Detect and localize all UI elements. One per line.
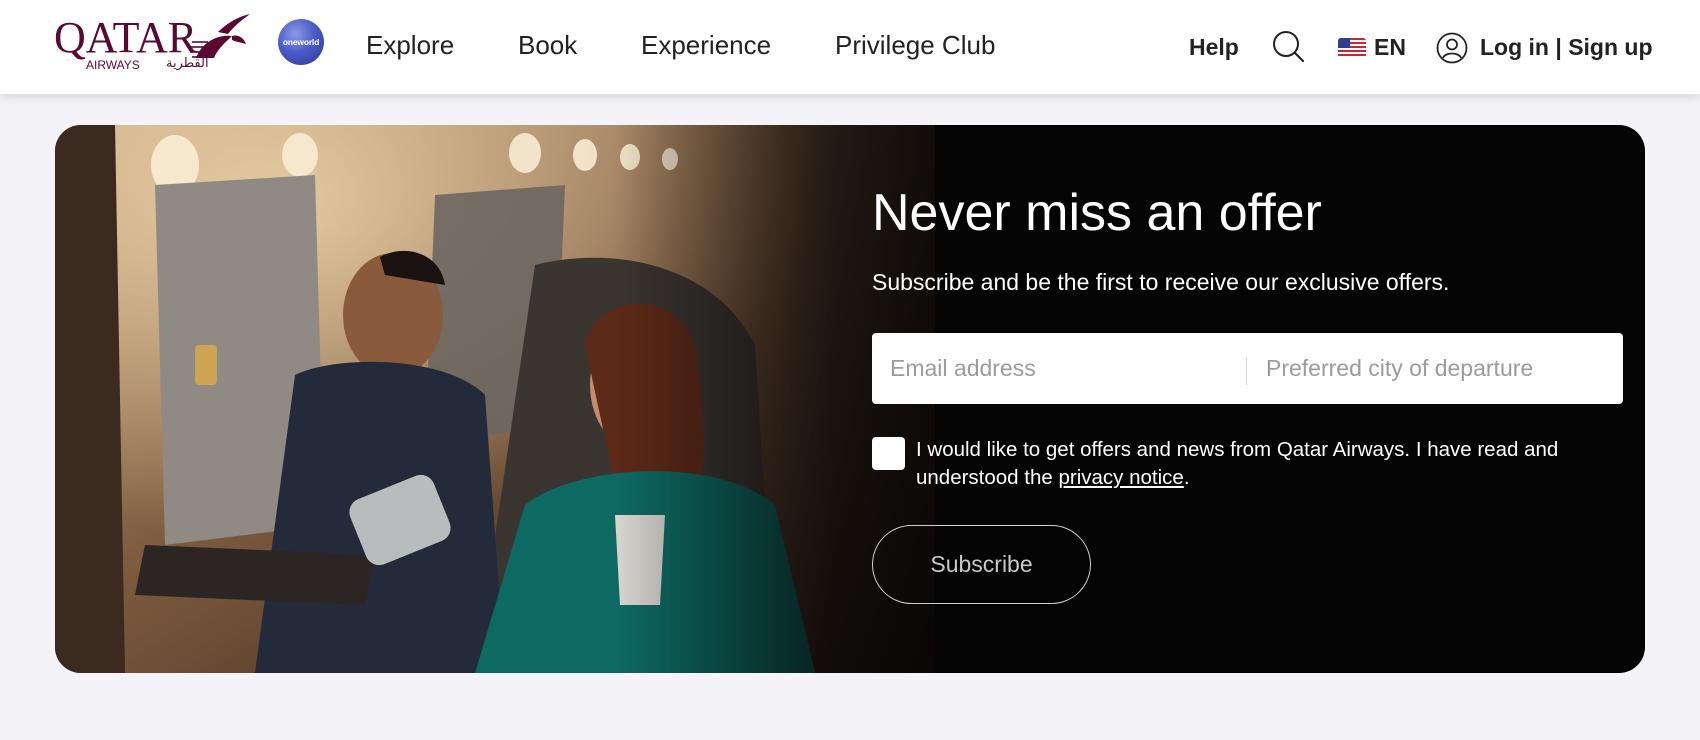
subscribe-button[interactable]: Subscribe — [872, 525, 1091, 604]
oneworld-logo[interactable]: oneworld — [278, 19, 324, 65]
newsletter-banner: Never miss an offer Subscribe and be the… — [55, 125, 1645, 673]
site-header: QATAR AIRWAYS القطرية oneworld Explore B… — [0, 0, 1700, 94]
consent-text: I would like to get offers and news from… — [916, 436, 1616, 492]
us-flag-icon — [1338, 37, 1366, 58]
email-field[interactable] — [890, 333, 1235, 404]
nav-item-book[interactable]: Book — [518, 28, 577, 62]
oryx-icon — [190, 14, 250, 58]
nav-item-experience[interactable]: Experience — [641, 28, 771, 62]
nav-item-privilege-club[interactable]: Privilege Club — [835, 28, 995, 62]
qatar-airways-logo[interactable]: QATAR AIRWAYS القطرية — [54, 12, 250, 74]
login-signup-link[interactable]: Log in | Sign up — [1480, 34, 1653, 61]
banner-title: Never miss an offer — [872, 184, 1322, 242]
subscribe-panel: Never miss an offer Subscribe and be the… — [872, 125, 1632, 673]
consent-checkbox[interactable] — [872, 437, 905, 470]
consent-text-part-1: I would like to get offers and news from… — [916, 438, 1559, 489]
banner-subtitle: Subscribe and be the first to receive ou… — [872, 269, 1450, 295]
language-label: EN — [1374, 34, 1406, 60]
search-icon[interactable] — [1271, 29, 1305, 63]
consent-text-part-2: . — [1183, 466, 1190, 489]
help-link[interactable]: Help — [1189, 34, 1239, 61]
oneworld-label: oneworld — [282, 37, 320, 47]
user-icon[interactable] — [1436, 32, 1468, 64]
privacy-notice-link[interactable]: privacy notice — [1058, 466, 1183, 489]
field-divider — [1246, 357, 1247, 385]
departure-city-field[interactable] — [1266, 333, 1606, 404]
subscribe-form — [872, 333, 1623, 404]
logo-subtext: AIRWAYS — [86, 58, 140, 72]
nav-item-explore[interactable]: Explore — [366, 28, 454, 62]
logo-wordmark: QATAR — [54, 13, 198, 62]
language-selector[interactable]: EN — [1338, 34, 1406, 61]
